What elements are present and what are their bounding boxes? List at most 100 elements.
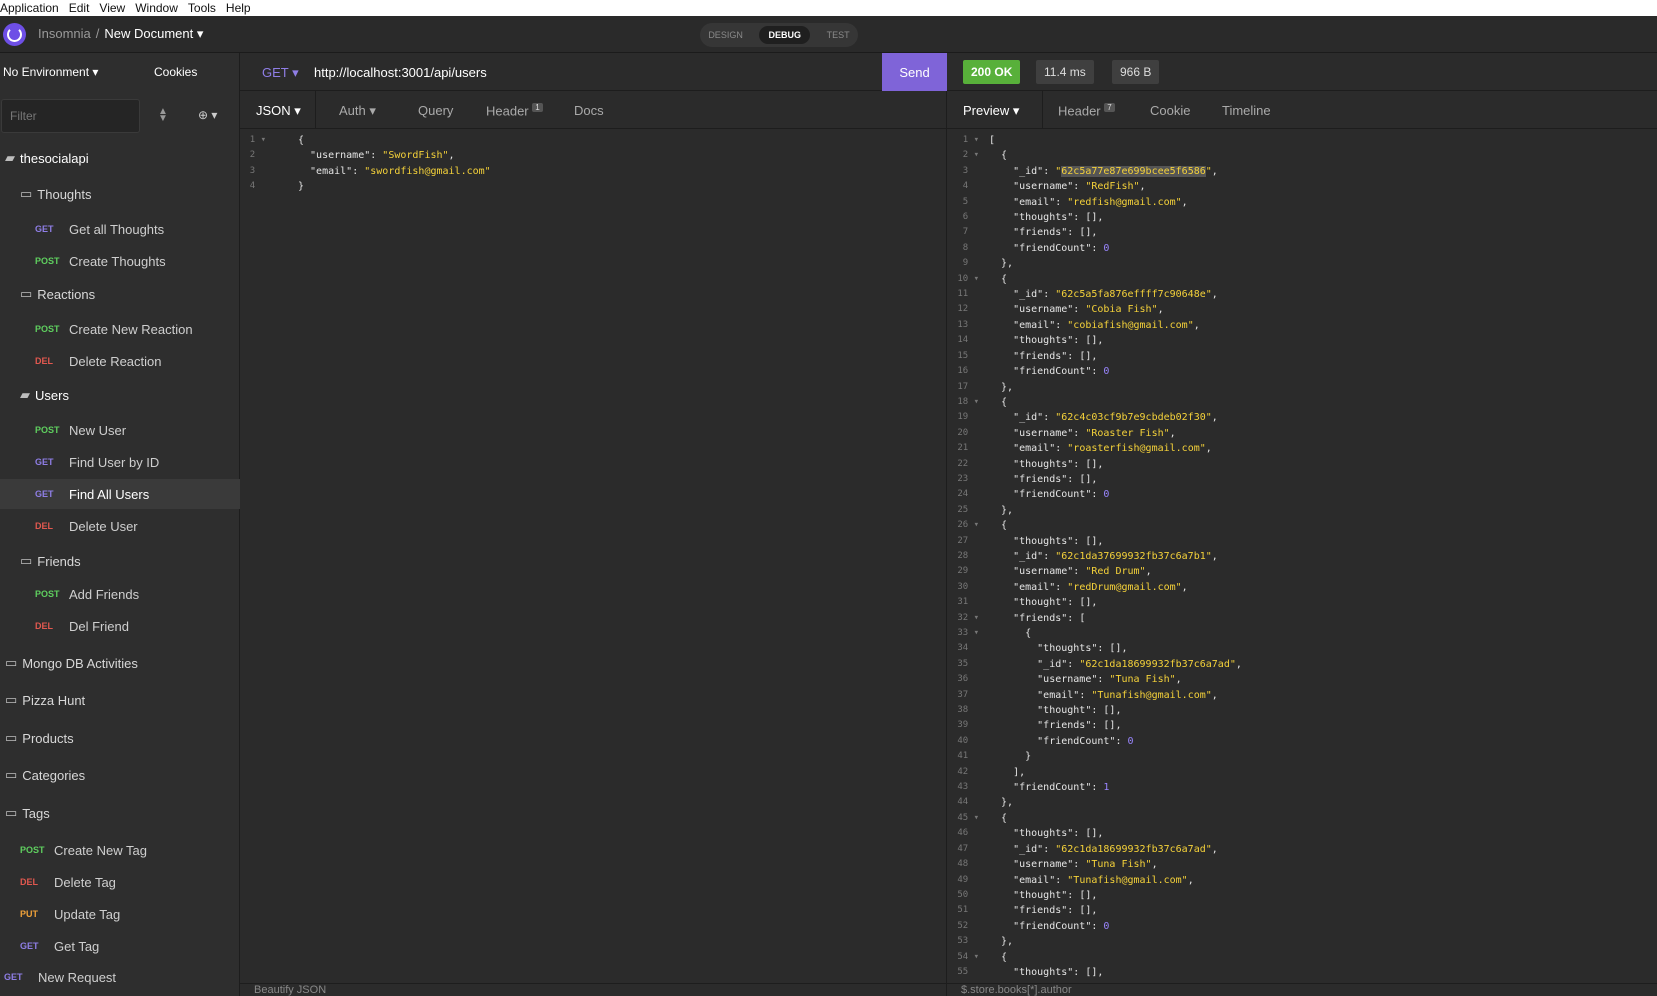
folder-products[interactable]: ▭ Products (5, 723, 240, 753)
document-menu[interactable]: New Document ▾ (104, 26, 203, 41)
folder-label: Products (22, 730, 74, 746)
menu-help[interactable]: Help (226, 2, 251, 14)
line-number: 34 (957, 643, 979, 654)
menu-application[interactable]: Application (0, 2, 59, 14)
tab-preview[interactable]: Preview ▾ (963, 103, 1019, 119)
line-number: 10 ▾ (957, 273, 979, 284)
request-new-request[interactable]: GET New Request (4, 962, 240, 992)
request-new-user[interactable]: POST New User (35, 415, 240, 445)
mode-design-tab[interactable]: DESIGN (708, 30, 743, 40)
request-label: Delete Reaction (69, 353, 162, 369)
tab-response-header[interactable]: Header 7 (1058, 103, 1115, 118)
line-number: 8 (962, 242, 979, 253)
folder-thesocialapi[interactable]: ▰ thesocialapi (5, 143, 240, 173)
code-line: "thoughts": [], (989, 828, 1104, 840)
header-count-badge: 1 (532, 103, 543, 112)
request-find-user-by-id[interactable]: GET Find User by ID (35, 447, 240, 477)
menu-view[interactable]: View (99, 2, 125, 14)
code-line: "friendCount": 0 (989, 489, 1110, 501)
request-create-thoughts[interactable]: POST Create Thoughts (35, 246, 240, 276)
tab-cookie[interactable]: Cookie (1150, 103, 1190, 118)
filter-input[interactable]: Filter (1, 99, 140, 133)
folder-thoughts[interactable]: ▭ Thoughts (20, 179, 240, 209)
folder-reactions[interactable]: ▭ Reactions (20, 279, 240, 309)
insomnia-logo-icon[interactable] (3, 23, 26, 46)
folder-label: Reactions (37, 286, 96, 302)
url-input[interactable]: http://localhost:3001/api/users (314, 65, 487, 80)
send-button[interactable]: Send (882, 53, 947, 91)
tab-docs[interactable]: Docs (574, 103, 604, 118)
folder-label: thesocialapi (20, 150, 89, 166)
tab-body-json[interactable]: JSON ▾ (256, 103, 301, 119)
line-number: 32 ▾ (957, 612, 979, 623)
request-body-editor[interactable]: { "username": "SwordFish", "email": "swo… (298, 133, 491, 195)
tab-header[interactable]: Header 1 (486, 103, 543, 118)
folder-tags[interactable]: ▭ Tags (5, 798, 240, 828)
breadcrumb-app[interactable]: Insomnia (38, 26, 91, 41)
line-number: 47 (957, 843, 979, 854)
request-add-friends[interactable]: POST Add Friends (35, 579, 240, 609)
request-delete-tag[interactable]: DEL Delete Tag (20, 867, 240, 897)
code-line: "thoughts": [], (989, 212, 1104, 224)
beautify-json-button[interactable]: Beautify JSON (240, 983, 947, 996)
folder-users[interactable]: ▰ Users (20, 380, 240, 410)
method-badge: POST (35, 256, 60, 266)
code-line: "friendCount": 0 (989, 242, 1110, 254)
code-line: "username": "SwordFish", (298, 150, 455, 162)
request-delete-user[interactable]: DEL Delete User (35, 511, 240, 541)
line-number: 14 (957, 335, 979, 346)
menu-edit[interactable]: Edit (69, 2, 90, 14)
code-line: }, (989, 936, 1014, 948)
code-line: "thought": [], (989, 597, 1098, 609)
method-badge: DEL (35, 521, 53, 531)
request-create-new-tag[interactable]: POST Create New Tag (20, 835, 240, 865)
folder-categories[interactable]: ▭ Categories (5, 760, 240, 790)
tab-timeline[interactable]: Timeline (1222, 103, 1271, 118)
request-del-friend[interactable]: DEL Del Friend (35, 611, 240, 641)
line-number: 13 (957, 319, 979, 330)
response-filter-input[interactable]: $.store.books[*].author (947, 983, 1657, 996)
code-line: "username": "Tuna Fish", (989, 674, 1182, 686)
request-label: Create New Tag (54, 842, 147, 858)
line-number: 52 (957, 920, 979, 931)
folder-icon: ▭ (20, 553, 33, 568)
method-badge: POST (35, 324, 60, 334)
code-line: "thoughts": [], (989, 335, 1104, 347)
folder-mongo-db-activities[interactable]: ▭ Mongo DB Activities (5, 648, 240, 678)
method-badge: POST (35, 425, 60, 435)
response-time-badge: 11.4 ms (1036, 60, 1094, 84)
folder-label: Users (35, 387, 69, 403)
add-item-icon[interactable]: ⊕ ▾ (198, 108, 217, 122)
menu-tools[interactable]: Tools (188, 2, 216, 14)
request-find-all-users[interactable]: GET Find All Users (0, 479, 240, 509)
tab-query[interactable]: Query (418, 103, 453, 118)
mode-switcher: DESIGN DEBUG TEST (700, 23, 858, 47)
line-number: 3 (249, 165, 266, 176)
menu-window[interactable]: Window (135, 2, 178, 14)
folder-friends[interactable]: ▭ Friends (20, 546, 240, 576)
line-number: 28 (957, 550, 979, 561)
request-create-new-reaction[interactable]: POST Create New Reaction (35, 314, 240, 344)
tab-auth[interactable]: Auth ▾ (339, 103, 376, 119)
folder-pizza-hunt[interactable]: ▭ Pizza Hunt (5, 685, 240, 715)
request-get-all-thoughts[interactable]: GET Get all Thoughts (35, 214, 240, 244)
code-line: }, (989, 258, 1014, 270)
request-get-tag[interactable]: GET Get Tag (20, 931, 240, 961)
mode-test-tab[interactable]: TEST (827, 30, 850, 40)
request-update-tag[interactable]: PUT Update Tag (20, 899, 240, 929)
code-line: "friendCount": 1 (989, 782, 1110, 794)
request-label: Delete Tag (54, 874, 116, 890)
response-header-count-badge: 7 (1104, 103, 1115, 112)
cookies-button[interactable]: Cookies (154, 65, 197, 79)
line-number: 21 (957, 443, 979, 454)
request-label: Find All Users (69, 486, 150, 502)
request-delete-reaction[interactable]: DEL Delete Reaction (35, 346, 240, 376)
mode-debug-tab[interactable]: DEBUG (759, 26, 810, 44)
line-number: 49 (957, 874, 979, 885)
code-line: "friendCount": 0 (989, 366, 1110, 378)
environment-dropdown[interactable]: No Environment ▾ (3, 65, 98, 79)
folder-label: Thoughts (37, 186, 92, 202)
sort-icon[interactable]: ▲ ▼ (158, 107, 168, 124)
line-number: 30 (957, 581, 979, 592)
method-dropdown[interactable]: GET ▾ (262, 65, 299, 81)
